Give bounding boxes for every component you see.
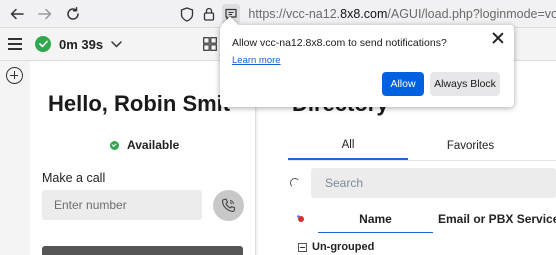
column-icon	[297, 215, 304, 222]
forward-arrow-icon[interactable]	[35, 4, 55, 24]
directory-table-header: Name Email or PBX Service	[288, 205, 556, 233]
make-call-label: Make a call	[42, 171, 106, 185]
check-icon	[35, 36, 51, 52]
left-icon-strip	[0, 61, 30, 255]
lock-icon[interactable]	[200, 4, 218, 24]
call-button[interactable]	[213, 190, 244, 221]
always-block-button[interactable]: Always Block	[430, 72, 500, 96]
status-timer[interactable]: 0m 39s	[35, 33, 122, 55]
allow-button[interactable]: Allow	[382, 72, 424, 96]
directory-search-input[interactable]: Search	[311, 168, 556, 198]
chevron-down-icon[interactable]	[111, 40, 122, 48]
refresh-icon[interactable]	[290, 178, 300, 188]
back-arrow-icon[interactable]	[7, 4, 27, 24]
timer-text: 0m 39s	[59, 36, 104, 52]
group-row[interactable]: Un-grouped	[298, 241, 374, 253]
directory-tabs: All Favorites	[288, 131, 556, 161]
url-path: /AGUI/load.php?loginmode=vo	[387, 7, 556, 21]
available-status-icon	[110, 140, 119, 150]
learn-more-link[interactable]: Learn more	[232, 55, 281, 66]
reload-icon[interactable]	[63, 4, 83, 24]
collapse-icon[interactable]	[298, 242, 307, 252]
close-icon[interactable]	[492, 32, 504, 44]
tab-favorites[interactable]: Favorites	[408, 131, 533, 160]
screen: https://vcc-na12.8x8.com/AGUI/load.php?l…	[0, 0, 556, 255]
hamburger-menu-icon[interactable]	[8, 38, 22, 50]
url-text[interactable]: https://vcc-na12.8x8.com/AGUI/load.php?l…	[248, 7, 556, 21]
layout-panels-icon[interactable]	[203, 37, 217, 51]
group-label: Un-grouped	[312, 241, 375, 253]
greeting-heading: Hello, Robin Smit	[48, 91, 231, 116]
tab-all[interactable]: All	[288, 131, 408, 160]
column-header-name[interactable]: Name	[318, 205, 433, 233]
url-prefix: https://vcc-na12.	[248, 7, 341, 21]
popup-message: Allow vcc-na12.8x8.com to send notificat…	[232, 37, 447, 49]
phone-number-input[interactable]	[42, 190, 202, 220]
phone-icon	[221, 198, 236, 212]
agent-status[interactable]: Available	[110, 138, 179, 152]
add-circle-icon[interactable]	[6, 67, 23, 84]
notification-permission-popup: Allow vcc-na12.8x8.com to send notificat…	[220, 16, 514, 107]
dark-action-button[interactable]	[42, 246, 243, 255]
column-header-email[interactable]: Email or PBX Service	[438, 205, 556, 233]
browser-toolbar: https://vcc-na12.8x8.com/AGUI/load.php?l…	[0, 0, 556, 28]
status-label: Available	[127, 138, 180, 152]
shield-icon[interactable]	[178, 4, 196, 24]
url-domain: 8x8.com	[340, 7, 388, 21]
search-placeholder: Search	[325, 176, 364, 190]
